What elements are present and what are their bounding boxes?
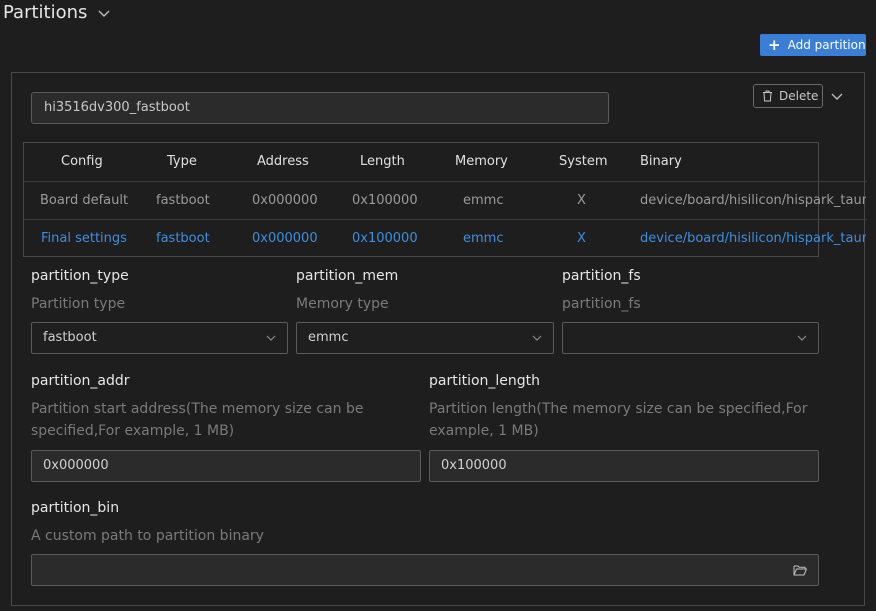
add-partition-button[interactable]: + Add partition — [760, 34, 866, 56]
column-header: Address — [257, 154, 309, 169]
folder-open-icon[interactable] — [793, 564, 807, 576]
partition-length-desc-line1: Partition length(The memory size can be … — [429, 401, 808, 417]
partition-type-select[interactable]: fastboot — [31, 322, 288, 354]
partition-addr-label: partition_addr — [31, 373, 130, 389]
partition-addr-input[interactable]: 0x000000 — [31, 450, 421, 482]
trash-icon — [763, 90, 772, 102]
chevron-down-icon[interactable] — [829, 88, 845, 104]
chevron-down-icon — [532, 335, 542, 341]
page-title: Partitions — [3, 2, 88, 23]
partition-length-label: partition_length — [429, 373, 541, 389]
table-row: Board default fastboot 0x000000 0x100000… — [24, 181, 867, 220]
partition-type-value: fastboot — [43, 330, 97, 345]
table-cell: X — [577, 231, 586, 246]
add-partition-label: Add partition — [787, 38, 866, 52]
partition-bin-desc: A custom path to partition binary — [31, 528, 264, 544]
table-cell: 0x000000 — [252, 231, 318, 246]
column-header: Length — [360, 154, 405, 169]
partition-addr-desc-line1: Partition start address(The memory size … — [31, 401, 364, 417]
partition-mem-value: emmc — [308, 330, 349, 345]
partition-bin-input[interactable] — [31, 554, 819, 586]
column-header: Type — [167, 154, 197, 169]
table-cell: 0x100000 — [352, 231, 418, 246]
partition-name-input[interactable]: hi3516dv300_fastboot — [31, 92, 609, 124]
partition-type-label: partition_type — [31, 268, 129, 284]
column-header: System — [559, 154, 608, 169]
table-header-row: Config Type Address Length Memory System… — [24, 143, 867, 181]
partition-length-input[interactable]: 0x100000 — [429, 450, 819, 482]
table-cell: 0x000000 — [252, 193, 318, 208]
table-row: Final settings fastboot 0x000000 0x10000… — [24, 219, 867, 258]
table-cell: fastboot — [156, 231, 210, 246]
partition-length-desc-line2: example, 1 MB) — [429, 423, 539, 439]
partition-mem-desc: Memory type — [296, 296, 389, 312]
chevron-down-icon[interactable] — [96, 5, 112, 21]
partition-table: Config Type Address Length Memory System… — [23, 142, 867, 257]
column-header: Memory — [455, 154, 508, 169]
column-header: Config — [61, 154, 103, 169]
table-cell: 0x100000 — [352, 193, 418, 208]
partition-mem-select[interactable]: emmc — [296, 322, 554, 354]
table-cell: emmc — [463, 193, 504, 208]
table-cell: Final settings — [41, 231, 127, 246]
chevron-down-icon — [797, 335, 807, 341]
table-cell: fastboot — [156, 193, 210, 208]
plus-icon: + — [768, 35, 781, 54]
column-header: Binary — [640, 154, 682, 169]
partition-bin-label: partition_bin — [31, 500, 120, 516]
partition-fs-label: partition_fs — [562, 268, 641, 284]
table-cell: device/board/hisilicon/hispark_tauru — [640, 193, 866, 208]
chevron-down-icon — [266, 335, 276, 341]
table-cell: emmc — [463, 231, 504, 246]
partition-addr-desc-line2: specified,For example, 1 MB) — [31, 423, 235, 439]
partition-fs-desc: partition_fs — [562, 296, 641, 312]
partition-mem-label: partition_mem — [296, 268, 399, 284]
table-cell: Board default — [40, 193, 129, 208]
table-cell: X — [577, 193, 586, 208]
partition-type-desc: Partition type — [31, 296, 126, 312]
partition-fs-select[interactable] — [562, 322, 819, 354]
table-cell: device/board/hisilicon/hispark_tauru — [640, 231, 866, 246]
delete-label: Delete — [779, 89, 819, 103]
delete-button[interactable]: Delete — [753, 84, 823, 108]
